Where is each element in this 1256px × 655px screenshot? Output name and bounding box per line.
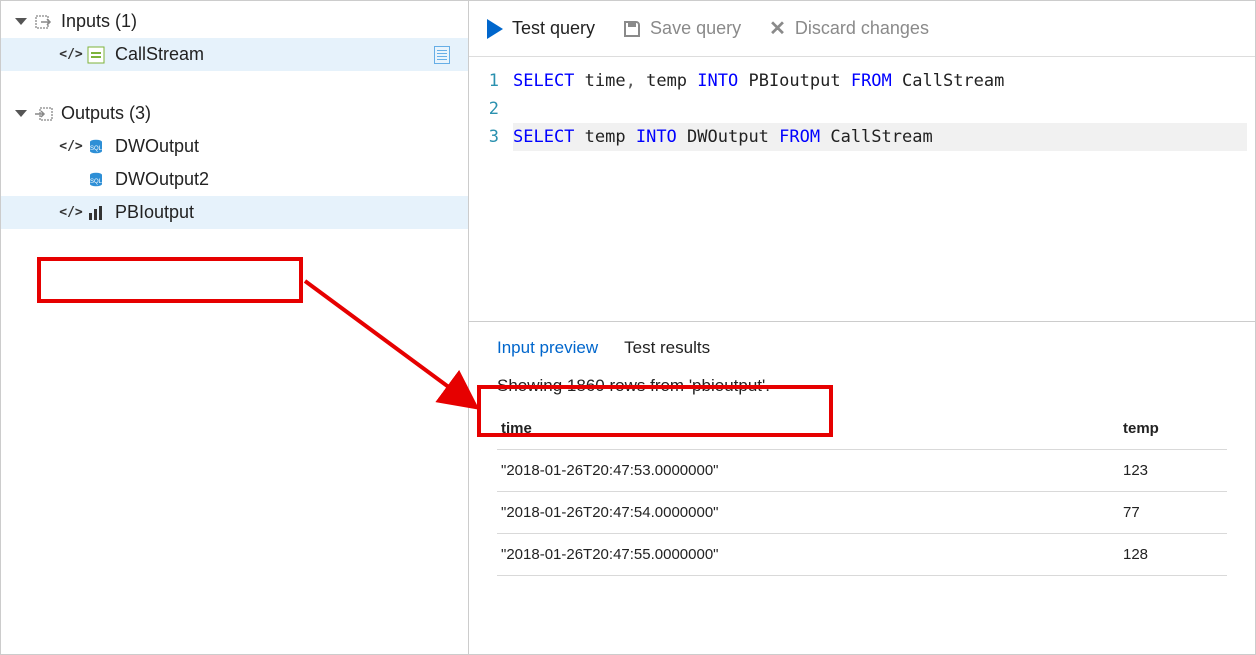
play-icon [487,19,503,39]
line-code[interactable] [513,95,1247,123]
code-ref-icon [61,139,81,155]
sample-file-icon[interactable] [434,46,450,64]
results-status-text: Showing 1860 rows from 'pbioutput'. [497,376,770,396]
cell-temp: 123 [1123,462,1223,479]
query-toolbar: Test query Save query ✕ Discard changes [469,1,1255,57]
caret-down-icon [15,18,27,25]
code-ref-icon [61,205,81,221]
sidebar-output-item[interactable]: SQL DWOutput [1,130,468,163]
line-code[interactable]: SELECT time, temp INTO PBIoutput FROM Ca… [513,67,1247,95]
code-ref-icon [61,47,81,63]
line-number: 2 [469,95,513,123]
line-number: 1 [469,67,513,95]
inputs-icon [35,13,53,31]
cell-time: "2018-01-26T20:47:53.0000000" [501,462,1123,479]
tab-test-results[interactable]: Test results [624,338,710,358]
caret-down-icon [15,110,27,117]
cell-time: "2018-01-26T20:47:54.0000000" [501,504,1123,521]
outputs-label: Outputs (3) [61,103,151,124]
inputs-header[interactable]: Inputs (1) [1,7,468,38]
editor-line[interactable]: 3SELECT temp INTO DWOutput FROM CallStre… [469,123,1247,151]
sql-database-icon: SQL [87,138,105,156]
inputs-label: Inputs (1) [61,11,137,32]
test-query-button[interactable]: Test query [487,18,595,39]
app-root: Inputs (1) CallStream Outputs (3) SQL DWO… [0,0,1256,655]
col-header-temp: temp [1123,420,1223,437]
results-tabs: Input preview Test results [469,322,1255,368]
tree-item-label: PBIoutput [115,202,194,223]
col-header-time: time [501,420,1123,437]
results-table: time temp "2018-01-26T20:47:53.0000000"1… [469,408,1255,576]
sql-database-icon: SQL [87,171,105,189]
table-row[interactable]: "2018-01-26T20:47:53.0000000"123 [497,450,1227,492]
sidebar-output-item[interactable]: PBIoutput [1,196,468,229]
editor-line[interactable]: 2 [469,95,1247,123]
editor-line[interactable]: 1SELECT time, temp INTO PBIoutput FROM C… [469,67,1247,95]
line-number: 3 [469,123,513,151]
stream-icon [87,46,105,64]
close-icon: ✕ [769,19,786,39]
svg-text:SQL: SQL [90,146,103,152]
table-row[interactable]: "2018-01-26T20:47:54.0000000"77 [497,492,1227,534]
sidebar-input-item[interactable]: CallStream [1,38,468,71]
tab-input-preview[interactable]: Input preview [497,338,598,358]
main-panel: Test query Save query ✕ Discard changes … [469,1,1255,654]
tree-item-label: CallStream [115,44,204,65]
query-editor[interactable]: 1SELECT time, temp INTO PBIoutput FROM C… [469,57,1255,321]
cell-temp: 77 [1123,504,1223,521]
table-header: time temp [497,408,1227,450]
svg-text:SQL: SQL [90,179,103,185]
sidebar-output-item[interactable]: SQL DWOutput2 [1,163,468,196]
table-row[interactable]: "2018-01-26T20:47:55.0000000"128 [497,534,1227,576]
outputs-header[interactable]: Outputs (3) [1,99,468,130]
save-icon [623,20,641,38]
save-query-button[interactable]: Save query [623,18,741,39]
outputs-icon [35,105,53,123]
line-code[interactable]: SELECT temp INTO DWOutput FROM CallStrea… [513,123,1247,151]
cell-time: "2018-01-26T20:47:55.0000000" [501,546,1123,563]
powerbi-icon [87,204,105,222]
discard-changes-button[interactable]: ✕ Discard changes [769,18,929,39]
tree-item-label: DWOutput [115,136,199,157]
sidebar: Inputs (1) CallStream Outputs (3) SQL DWO… [1,1,469,654]
results-status: Showing 1860 rows from 'pbioutput'. [469,368,1255,408]
results-panel: Input preview Test results Showing 1860 … [469,321,1255,654]
tree-item-label: DWOutput2 [115,169,209,190]
cell-temp: 128 [1123,546,1223,563]
